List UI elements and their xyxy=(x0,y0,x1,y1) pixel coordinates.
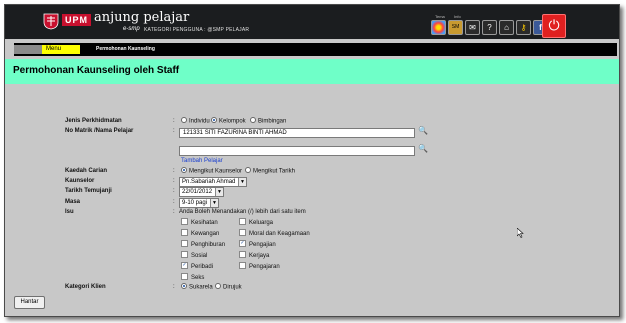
page-title: Permohonan Kaunseling oleh Staff xyxy=(13,65,180,76)
checkbox-pengajaran[interactable]: Pengajaran xyxy=(239,262,280,270)
theme-wheel-icon[interactable] xyxy=(431,20,446,35)
brand-logo: UPM xyxy=(62,14,91,26)
radio-mengikut-tarikh[interactable]: Mengikut Tarikh xyxy=(245,167,295,175)
search-icon[interactable]: 🔍 xyxy=(418,126,428,136)
logout-power-button[interactable]: ⏻ xyxy=(542,14,566,38)
checkbox-box xyxy=(181,273,188,280)
key-icon[interactable]: ⚷ xyxy=(516,20,531,35)
checkbox-box xyxy=(181,240,188,247)
app-subtitle: e-smp xyxy=(123,26,140,32)
radio-mengikut-kaunselor[interactable]: Mengikut Kaunselor xyxy=(181,167,242,175)
checkbox-box xyxy=(181,251,188,258)
header-bar: UPM anjung pelajar e-smp KATEGORI PENGGU… xyxy=(5,5,619,39)
checkbox-pengajian[interactable]: ✓ Pengajian xyxy=(239,240,276,248)
checkbox-kerjaya[interactable]: Kerjaya xyxy=(239,251,269,259)
chevron-down-icon: ▼ xyxy=(238,178,246,186)
checkbox-box xyxy=(181,229,188,236)
tema-label: Tema xyxy=(435,14,445,19)
info-label: Info xyxy=(454,14,461,19)
search-icon[interactable]: 🔍 xyxy=(418,144,428,154)
mouse-cursor-icon xyxy=(517,228,524,238)
chat-icon[interactable]: ✉ xyxy=(465,20,480,35)
radio-bimbingan[interactable]: Bimbingan xyxy=(250,117,286,125)
menu-spacer xyxy=(14,45,42,54)
radio-circle xyxy=(181,117,187,123)
checkbox-box xyxy=(239,229,246,236)
checkbox-box xyxy=(181,218,188,225)
checkbox-box xyxy=(239,218,246,225)
tarikh-label: Tarikh Temujanji xyxy=(65,188,112,194)
radio-circle xyxy=(215,283,221,289)
isu-note: Anda Boleh Menandakan (/) lebih dari sat… xyxy=(179,209,306,215)
checkbox-penghiburan[interactable]: Penghiburan xyxy=(181,240,225,248)
chevron-down-icon: ▼ xyxy=(215,188,223,196)
breadcrumb: Permohonan Kaunseling xyxy=(96,46,155,52)
radio-circle xyxy=(211,117,217,123)
checkbox-box xyxy=(239,262,246,269)
matrik-input-2[interactable] xyxy=(179,146,415,156)
app-window: UPM anjung pelajar e-smp KATEGORI PENGGU… xyxy=(4,4,620,317)
chevron-down-icon: ▼ xyxy=(210,199,218,207)
checkbox-seks[interactable]: Seks xyxy=(181,273,204,281)
matrik-input-1[interactable]: 121331 SITI FAZURINA BINTI AHMAD xyxy=(179,128,415,138)
user-category: KATEGORI PENGGUNA : @SMP PELAJAR xyxy=(144,27,250,33)
checkbox-keluarga[interactable]: Keluarga xyxy=(239,218,273,226)
checkmark-icon: ✓ xyxy=(181,262,188,269)
checkmark-icon: ✓ xyxy=(239,240,246,247)
isu-label: Isu xyxy=(65,209,74,215)
checkbox-kewangan[interactable]: Kewangan xyxy=(181,229,219,237)
matrik-label: No Matrik /Nama Pelajar xyxy=(65,128,134,134)
checkbox-peribadi[interactable]: ✓ Peribadi xyxy=(181,262,213,270)
menu-bar: Menu Permohonan Kaunseling xyxy=(14,43,617,56)
home-icon[interactable]: ⌂ xyxy=(499,20,514,35)
kaunselor-select[interactable]: Pn.Sabariah Ahmad ▼ xyxy=(179,177,247,187)
kategori-klien-label: Kategori Klien xyxy=(65,284,106,290)
checkbox-box xyxy=(239,251,246,258)
add-student-link[interactable]: Tambah Pelajar xyxy=(181,158,223,164)
jenis-label: Jenis Perkhidmatan xyxy=(65,118,122,124)
kaunselor-label: Kaunselor xyxy=(65,178,95,184)
app-name: anjung pelajar xyxy=(94,10,190,25)
radio-individu[interactable]: Individu xyxy=(181,117,210,125)
radio-circle xyxy=(181,283,187,289)
radio-circle xyxy=(250,117,256,123)
page-title-bar: Permohonan Kaunseling oleh Staff xyxy=(5,59,619,84)
masa-label: Masa xyxy=(65,199,81,205)
radio-circle xyxy=(181,167,187,173)
submit-button[interactable]: Hantar xyxy=(14,296,45,309)
radio-kelompok[interactable]: Kelompok xyxy=(211,117,246,125)
kaedah-label: Kaedah Carian xyxy=(65,168,108,174)
checkbox-kesihatan[interactable]: Kesihatan xyxy=(181,218,218,226)
checkbox-moral[interactable]: Moral dan Keagamaan xyxy=(239,229,310,237)
radio-circle xyxy=(245,167,251,173)
masa-select[interactable]: 9-10 pagi ▼ xyxy=(179,198,219,208)
help-icon[interactable]: ? xyxy=(482,20,497,35)
menu-button[interactable]: Menu xyxy=(42,45,80,54)
checkbox-sosial[interactable]: Sosial xyxy=(181,251,207,259)
upm-emblem-icon xyxy=(43,13,59,30)
radio-dirujuk[interactable]: Dirujuk xyxy=(215,283,242,291)
tarikh-select[interactable]: 22/01/2012 ▼ xyxy=(179,187,224,197)
sm-icon[interactable]: SM xyxy=(448,20,463,35)
radio-sukarela[interactable]: Sukarela xyxy=(181,283,213,291)
